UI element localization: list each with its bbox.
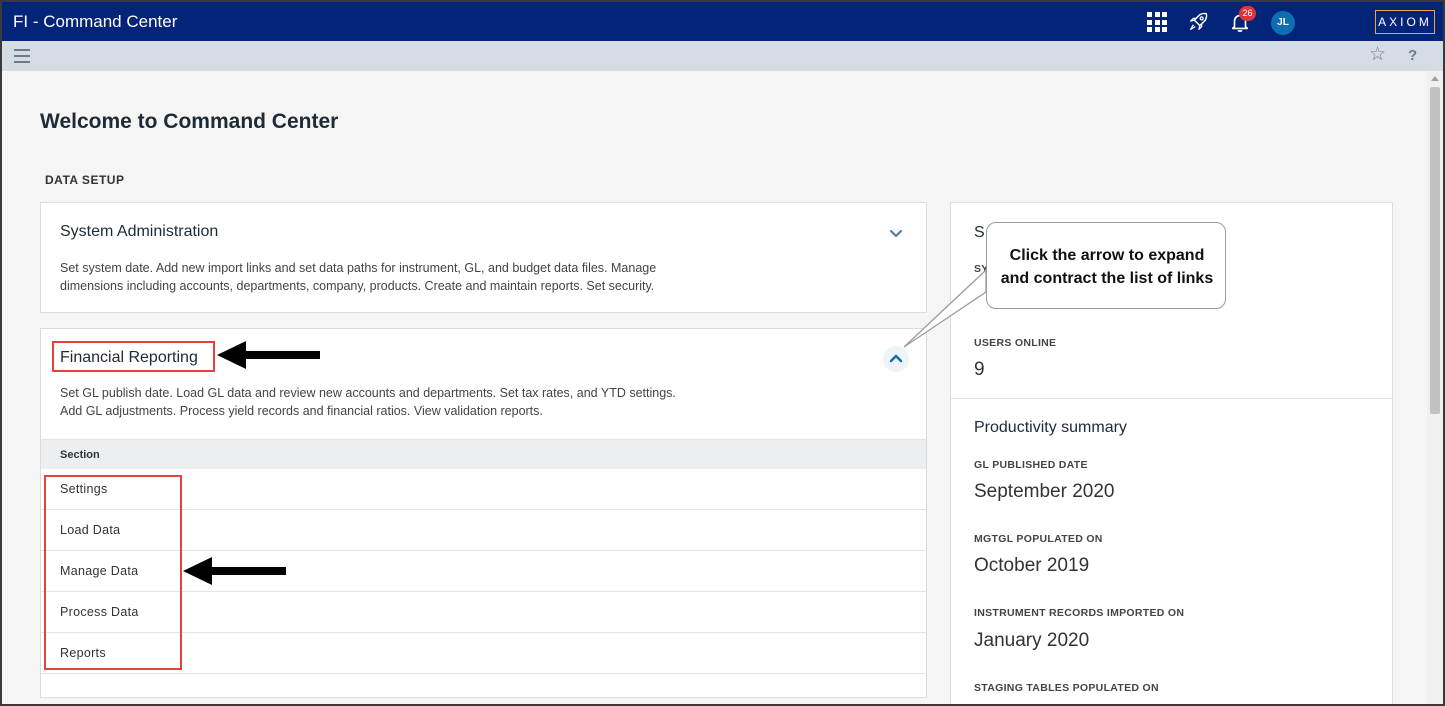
callout-line: and contract the list of links (1000, 270, 1214, 287)
arrow-left-icon (183, 557, 286, 585)
callout-pointer (903, 268, 987, 348)
callout-bubble: Click the arrow to expand and contract t… (986, 222, 1226, 309)
app-window: FI - Command Center 26 JL AXIOM ☆ ? Welc… (0, 0, 1445, 706)
callout-line: Click the arrow to expand (1009, 247, 1205, 264)
annotation-overlay (183, 268, 987, 585)
arrow-left-icon (217, 341, 320, 369)
